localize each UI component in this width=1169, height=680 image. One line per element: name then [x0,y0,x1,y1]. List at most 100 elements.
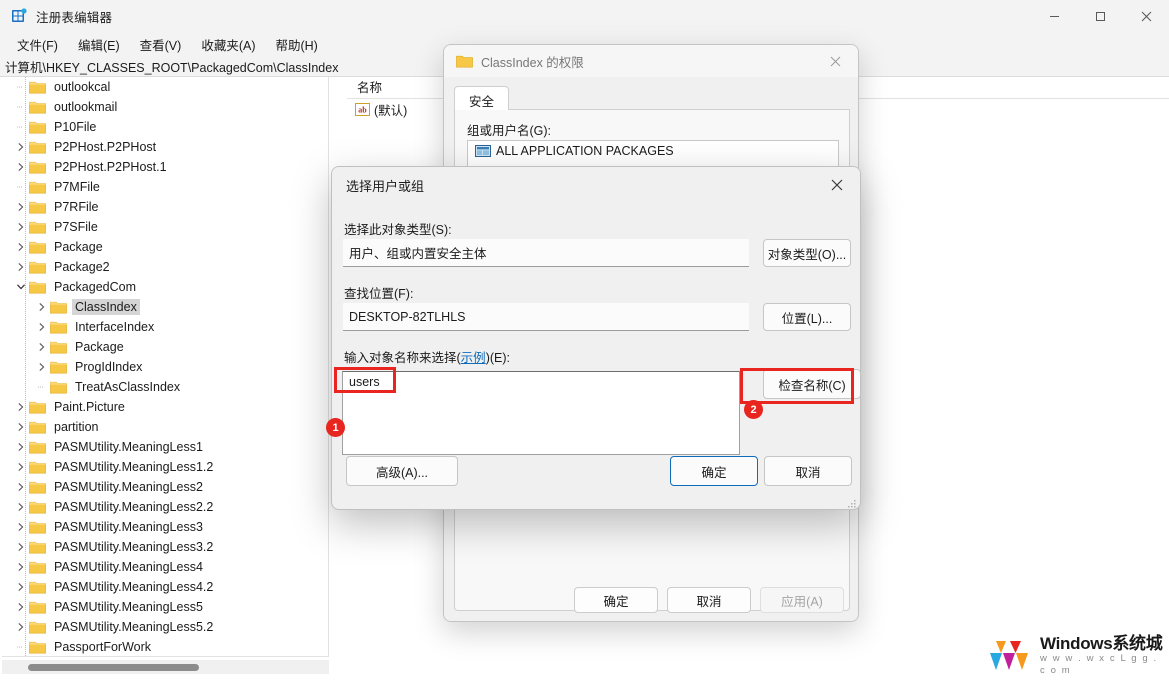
tree-item[interactable]: P7SFile [2,217,328,237]
tree-item-label: P7SFile [54,220,98,234]
watermark-text: Windows系统城 w w w . w x c L g g . c o m [1040,635,1163,677]
menu-file[interactable]: 文件(F) [8,33,67,56]
chevron-right-icon[interactable] [34,357,50,377]
tree-item[interactable]: P10File [2,117,328,137]
tree-item[interactable]: Paint.Picture [2,397,328,417]
tree-item-label: PASMUtility.MeaningLess5.2 [54,620,214,634]
chevron-right-icon[interactable] [13,197,29,217]
permissions-cancel-button[interactable]: 取消 [667,587,751,613]
values-horizontal-scrollbar[interactable] [347,660,922,674]
registry-tree-pane[interactable]: outlookcal outlookmail P10File P2PHost.P2PH… [2,77,329,657]
tree-item[interactable]: ProgIdIndex [2,357,328,377]
tree-item[interactable]: PASMUtility.MeaningLess1 [2,437,328,457]
menu-view[interactable]: 查看(V) [131,33,191,56]
chevron-right-icon[interactable] [13,137,29,157]
folder-icon [29,560,46,574]
registry-tree[interactable]: outlookcal outlookmail P10File P2PHost.P2PH… [2,77,328,656]
chevron-right-icon[interactable] [13,477,29,497]
tree-item[interactable]: P7MFile [2,177,328,197]
tree-leaf-marker [34,377,50,397]
tree-item[interactable]: Package [2,237,328,257]
resize-grip[interactable] [847,496,857,508]
registry-icon [11,8,27,24]
tree-item[interactable]: PassportForWork [2,637,328,656]
object-type-button[interactable]: 对象类型(O)... [763,239,851,267]
tree-item[interactable]: partition [2,417,328,437]
chevron-right-icon[interactable] [13,597,29,617]
chevron-right-icon[interactable] [13,217,29,237]
chevron-right-icon[interactable] [13,157,29,177]
tree-item[interactable]: PASMUtility.MeaningLess1.2 [2,457,328,477]
tree-scrollbar-thumb[interactable] [28,664,199,671]
tree-item[interactable]: outlookcal [2,77,328,97]
folder-icon [29,160,46,174]
minimize-button[interactable] [1031,0,1077,32]
chevron-right-icon[interactable] [34,297,50,317]
maximize-button[interactable] [1077,0,1123,32]
menu-help[interactable]: 帮助(H) [266,33,326,56]
chevron-right-icon[interactable] [34,317,50,337]
chevron-right-icon[interactable] [13,257,29,277]
tree-item[interactable]: outlookmail [2,97,328,117]
tree-item[interactable]: P2PHost.P2PHost.1 [2,157,328,177]
folder-icon [50,380,67,394]
close-button[interactable] [1123,0,1169,32]
tree-item[interactable]: PASMUtility.MeaningLess4 [2,557,328,577]
tree-horizontal-scrollbar[interactable] [2,660,329,674]
tree-item[interactable]: PASMUtility.MeaningLess5 [2,597,328,617]
location-button[interactable]: 位置(L)... [763,303,851,331]
folder-icon [29,640,46,654]
check-names-button[interactable]: 检查名称(C) [763,369,860,399]
tree-item[interactable]: TreatAsClassIndex [2,377,328,397]
chevron-right-icon[interactable] [13,557,29,577]
chevron-right-icon[interactable] [13,417,29,437]
permissions-ok-button[interactable]: 确定 [574,587,658,613]
tree-item[interactable]: P2PHost.P2PHost [2,137,328,157]
tree-item[interactable]: InterfaceIndex [2,317,328,337]
chevron-right-icon[interactable] [13,397,29,417]
chevron-right-icon[interactable] [13,577,29,597]
chevron-right-icon[interactable] [13,497,29,517]
select-cancel-button[interactable]: 取消 [764,456,852,486]
tree-item[interactable]: PASMUtility.MeaningLess5.2 [2,617,328,637]
chevron-right-icon[interactable] [13,237,29,257]
chevron-right-icon[interactable] [13,617,29,637]
tree-item-label: TreatAsClassIndex [75,380,181,394]
menu-favorites[interactable]: 收藏夹(A) [192,33,264,56]
chevron-right-icon[interactable] [34,337,50,357]
object-type-field[interactable]: 用户、组或内置安全主体 [343,239,749,267]
chevron-right-icon[interactable] [13,437,29,457]
permissions-tabstrip: 安全 [454,85,850,115]
list-item[interactable]: ALL APPLICATION PACKAGES [468,141,838,161]
tree-item[interactable]: PASMUtility.MeaningLess2 [2,477,328,497]
select-dialog-close-icon[interactable] [814,167,860,203]
folder-icon [29,260,46,274]
chevron-down-icon[interactable] [13,277,29,297]
tree-item[interactable]: Package2 [2,257,328,277]
tree-item[interactable]: PASMUtility.MeaningLess3.2 [2,537,328,557]
examples-link[interactable]: 示例 [461,351,486,365]
chevron-right-icon[interactable] [13,517,29,537]
chevron-right-icon[interactable] [13,537,29,557]
folder-icon [29,580,46,594]
folder-icon [50,300,67,314]
advanced-button[interactable]: 高级(A)... [346,456,458,486]
select-ok-button[interactable]: 确定 [670,456,758,486]
tree-item[interactable]: ClassIndex [2,297,328,317]
menu-edit[interactable]: 编辑(E) [69,33,129,56]
chevron-right-icon[interactable] [13,457,29,477]
tree-item[interactable]: PASMUtility.MeaningLess3 [2,517,328,537]
object-names-input[interactable]: users [342,371,740,455]
tree-item[interactable]: PackagedCom [2,277,328,297]
permissions-close-icon[interactable] [812,45,858,77]
tree-item[interactable]: PASMUtility.MeaningLess2.2 [2,497,328,517]
folder-icon [29,500,46,514]
folder-icon [29,460,46,474]
tree-item[interactable]: PASMUtility.MeaningLess4.2 [2,577,328,597]
string-value-icon: ab [355,103,370,116]
tree-item[interactable]: P7RFile [2,197,328,217]
tree-item-label: PASMUtility.MeaningLess3.2 [54,540,214,554]
tree-item[interactable]: Package [2,337,328,357]
location-field[interactable]: DESKTOP-82TLHLS [343,303,749,331]
folder-icon [29,540,46,554]
